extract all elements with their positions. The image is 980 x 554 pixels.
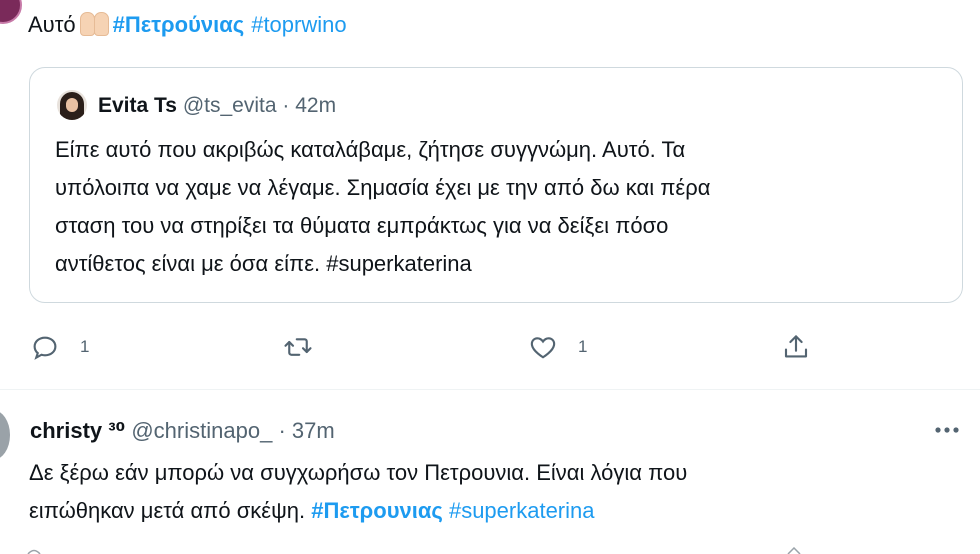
text-line: Είπε αυτό που ακριβώς καταλάβαμε, ζήτησε… xyxy=(55,137,686,162)
timestamp[interactable]: 37m xyxy=(292,418,335,443)
separator: · xyxy=(282,94,290,117)
text-segment: ειπώθηκαν μετά από σκέψη. xyxy=(29,498,306,523)
avatar[interactable] xyxy=(0,410,10,460)
share-button[interactable] xyxy=(781,330,811,364)
avatar xyxy=(57,90,87,120)
more-options-icon[interactable] xyxy=(932,418,962,442)
action-bar-partial xyxy=(27,547,801,554)
quoted-tweet-header: Evita Ts @ts_evita · 42m xyxy=(98,91,336,121)
text-line: υπόλοιπα να χαμε να λέγαμε. Σημασία έχει… xyxy=(55,175,711,200)
hashtag-link[interactable]: #toprwino xyxy=(251,9,346,41)
tweet-header: christy ³⁰ @christinapo_ · 37m xyxy=(30,416,335,446)
reply-icon xyxy=(33,336,57,360)
like-icon xyxy=(530,337,556,359)
tweet-text: Αυτό #Πετρούνιας #toprwino xyxy=(28,9,347,41)
reply-count: 1 xyxy=(80,337,90,356)
author-handle: @ts_evita xyxy=(182,94,277,117)
retweet-icon xyxy=(284,338,312,356)
like-button[interactable]: 1 xyxy=(528,330,587,364)
raised-hands-icon xyxy=(77,12,111,38)
author-name: Evita Ts xyxy=(98,94,177,117)
quoted-tweet-text: Είπε αυτό που ακριβώς καταλάβαμε, ζήτησε… xyxy=(55,131,935,283)
like-count: 1 xyxy=(578,337,588,356)
tweet-text-word: Αυτό xyxy=(28,12,76,37)
avatar[interactable] xyxy=(0,0,22,24)
hashtag-link[interactable]: #Πετρουνιας xyxy=(311,498,443,523)
text-line: Δε ξέρω εάν μπορώ να συγχωρήσω τον Πετρο… xyxy=(29,460,688,485)
timestamp: 42m xyxy=(295,94,337,117)
share-icon xyxy=(784,335,808,358)
separator: · xyxy=(278,418,286,443)
text-line: αντίθετος είναι με όσα είπε. #superkater… xyxy=(55,251,472,276)
retweet-button[interactable] xyxy=(283,330,333,364)
author-handle[interactable]: @christinapo_ xyxy=(131,418,272,443)
divider xyxy=(0,389,980,390)
text-line: ειπώθηκαν μετά από σκέψη. #Πετρουνιας #s… xyxy=(29,492,687,530)
tweet-text: Δε ξέρω εάν μπορώ να συγχωρήσω τον Πετρο… xyxy=(29,454,687,530)
reply-button[interactable]: 1 xyxy=(30,330,89,364)
text-line: σταση του να στηρίξει τα θύματα εμπράκτω… xyxy=(55,213,669,238)
hashtag-link[interactable]: #superkaterina xyxy=(449,498,595,523)
hashtag-link[interactable]: #Πετρούνιας xyxy=(113,9,245,41)
author-name[interactable]: christy ³⁰ xyxy=(30,418,125,443)
